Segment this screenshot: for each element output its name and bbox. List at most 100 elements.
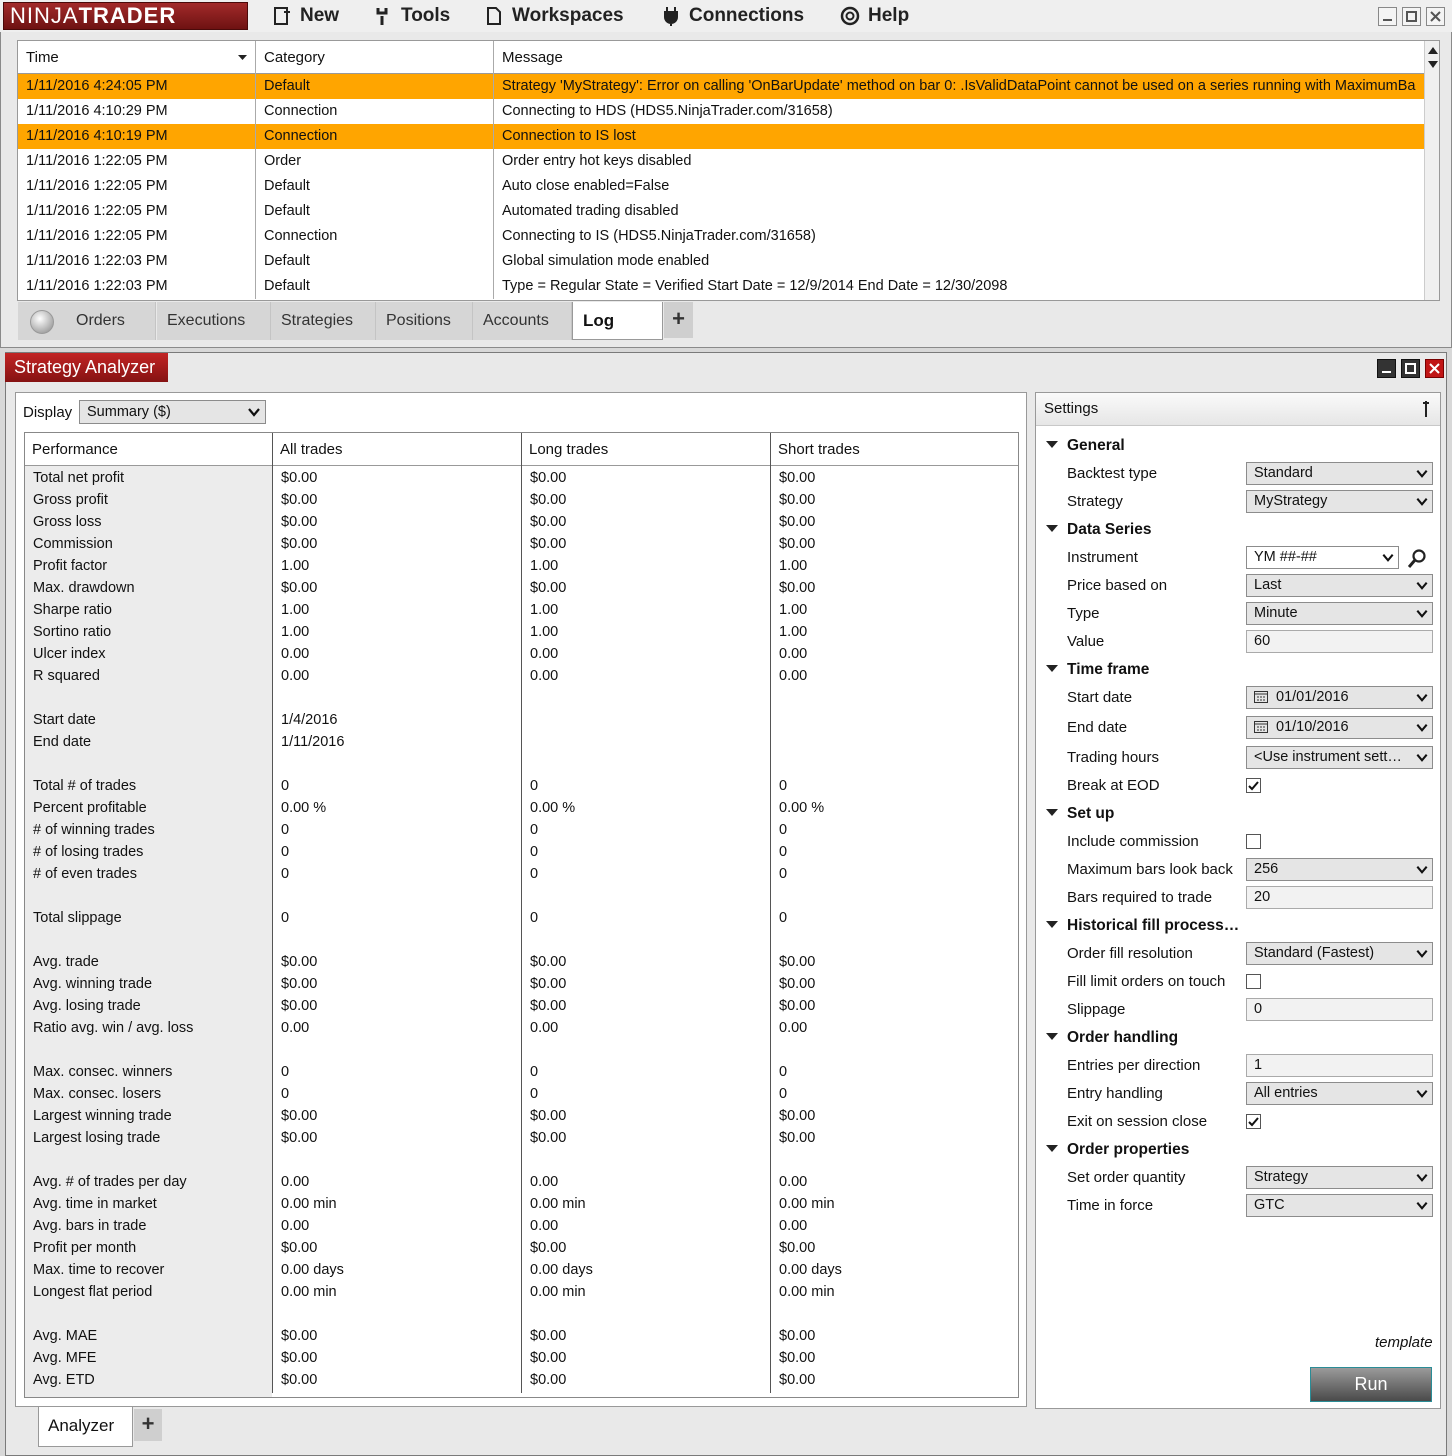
property-input[interactable]: 20 [1246, 886, 1433, 909]
menu-workspaces[interactable]: Workspaces [484, 4, 624, 28]
log-cell-time: 1/11/2016 1:22:05 PM [18, 149, 256, 174]
perf-cell-long: 0 [530, 1086, 539, 1102]
log-cell-message: Type = Regular State = Verified Start Da… [502, 278, 1008, 294]
perf-cell-short [779, 687, 1014, 709]
property-select[interactable]: Minute [1246, 602, 1433, 625]
log-col-category[interactable]: Category [256, 41, 494, 74]
close-button[interactable] [1426, 7, 1445, 26]
property-value: 1 [1254, 1057, 1263, 1073]
col-performance[interactable]: Performance [25, 433, 272, 466]
sa-close-button[interactable] [1425, 359, 1444, 378]
property-checkbox[interactable] [1246, 778, 1261, 793]
log-row[interactable]: 1/11/2016 4:10:29 PM Connection Connecting… [18, 99, 1424, 124]
property-label: Strategy [1067, 493, 1123, 510]
instrument-select[interactable]: YM ##-## [1246, 546, 1399, 569]
sa-minimize-button[interactable] [1377, 359, 1396, 378]
new-icon [274, 7, 290, 25]
settings-section[interactable]: Order handling [1046, 1024, 1178, 1052]
perf-cell-long: 0.00 % [530, 800, 576, 816]
menu-tools[interactable]: Tools [373, 4, 450, 28]
template-link[interactable]: template [1375, 1334, 1433, 1351]
menu-new[interactable]: New [272, 4, 339, 28]
display-select-value: Summary ($) [87, 404, 171, 420]
log-cell-message: Strategy 'MyStrategy': Error on calling … [502, 78, 1416, 94]
add-analyzer-tab-button[interactable]: + [134, 1409, 162, 1441]
instrument-search-button[interactable] [1407, 549, 1427, 572]
log-col-message[interactable]: Message [494, 41, 1424, 74]
settings-section[interactable]: Order properties [1046, 1136, 1189, 1164]
log-row[interactable]: 1/11/2016 1:22:05 PM Default Auto close en… [18, 174, 1424, 199]
col-long-trades[interactable]: Long trades [522, 433, 770, 466]
property-select[interactable]: MyStrategy [1246, 490, 1433, 513]
perf-cell-metric: Ratio avg. win / avg. loss [33, 1020, 194, 1036]
log-cell-category: Connection [256, 124, 494, 149]
menu-help[interactable]: Help [840, 4, 909, 28]
log-row[interactable]: 1/11/2016 1:22:03 PM Default Global simula… [18, 249, 1424, 274]
property-input[interactable]: 0 [1246, 998, 1433, 1021]
log-row[interactable]: 1/11/2016 1:22:03 PM Default Type = Regula… [18, 274, 1424, 299]
property-date-picker[interactable]: 01/01/2016 [1246, 686, 1433, 709]
log-cell-category: Default [256, 74, 494, 99]
display-select[interactable]: Summary ($) [79, 400, 266, 424]
log-scrollbar[interactable] [1424, 41, 1439, 300]
property-label: Slippage [1067, 1001, 1126, 1018]
pin-icon[interactable] [1422, 401, 1430, 417]
perf-cell-long [530, 1149, 765, 1171]
tab-executions[interactable]: Executions [157, 302, 271, 340]
property-date-picker[interactable]: 01/10/2016 [1246, 716, 1433, 739]
tab-strategies[interactable]: Strategies [271, 302, 376, 340]
menu-help-label: Help [868, 5, 910, 26]
log-row[interactable]: 1/11/2016 1:22:05 PM Default Automated tra… [18, 199, 1424, 224]
maximize-button[interactable] [1402, 7, 1421, 26]
property-input[interactable]: 60 [1246, 630, 1433, 653]
add-tab-button[interactable]: + [664, 302, 693, 338]
perf-cell-long [530, 1303, 765, 1325]
log-col-time[interactable]: Time [18, 41, 256, 74]
property-select[interactable]: GTC [1246, 1194, 1433, 1217]
perf-cell-all: $0.00 [281, 492, 318, 508]
settings-section[interactable]: General [1046, 432, 1125, 460]
perf-cell-long: 0.00 days [530, 1262, 593, 1278]
property-checkbox[interactable] [1246, 974, 1261, 989]
run-button[interactable]: Run [1310, 1367, 1432, 1402]
log-cell-message: Connecting to IS (HDS5.NinjaTrader.com/3… [502, 228, 816, 244]
log-row[interactable]: 1/11/2016 4:10:19 PM Connection Connection… [18, 124, 1424, 149]
expand-triangle-icon [1046, 665, 1058, 672]
property-checkbox[interactable] [1246, 1114, 1261, 1129]
log-row[interactable]: 1/11/2016 1:22:05 PM Connection Connecting… [18, 224, 1424, 249]
plus-icon: + [672, 306, 685, 331]
property-value: 20 [1254, 889, 1271, 905]
tab-analyzer[interactable]: Analyzer [38, 1407, 133, 1447]
perf-cell-short: 0.00 [779, 668, 808, 684]
log-col-message-label: Message [502, 49, 563, 66]
close-icon [1430, 11, 1441, 22]
settings-section[interactable]: Historical fill process… [1046, 912, 1239, 940]
settings-section[interactable]: Data Series [1046, 516, 1151, 544]
tab-positions[interactable]: Positions [376, 302, 473, 340]
tab-accounts[interactable]: Accounts [473, 302, 572, 340]
tab-orders[interactable]: Orders [66, 302, 156, 340]
property-select[interactable]: All entries [1246, 1082, 1433, 1105]
maximize-icon [1405, 363, 1416, 374]
settings-section[interactable]: Set up [1046, 800, 1114, 828]
col-short-trades[interactable]: Short trades [771, 433, 1018, 466]
menu-connections[interactable]: Connections [661, 4, 804, 28]
property-select[interactable]: Strategy [1246, 1166, 1433, 1189]
property-select[interactable]: <Use instrument sett… [1246, 746, 1433, 769]
sa-maximize-button[interactable] [1401, 359, 1420, 378]
perf-cell-metric: Avg. ETD [33, 1372, 95, 1388]
property-input[interactable]: 1 [1246, 1054, 1433, 1077]
property-checkbox[interactable] [1246, 834, 1261, 849]
property-select[interactable]: Last [1246, 574, 1433, 597]
tab-log[interactable]: Log [572, 302, 663, 340]
col-all-trades[interactable]: All trades [273, 433, 521, 466]
property-select[interactable]: Standard [1246, 462, 1433, 485]
property-select[interactable]: Standard (Fastest) [1246, 942, 1433, 965]
property-select[interactable]: 256 [1246, 858, 1433, 881]
log-row[interactable]: 1/11/2016 1:22:05 PM Order Order entry hot… [18, 149, 1424, 174]
settings-section[interactable]: Time frame [1046, 656, 1149, 684]
minimize-button[interactable] [1378, 7, 1397, 26]
log-row[interactable]: 1/11/2016 4:24:05 PM Default Strategy 'MyS… [18, 74, 1424, 99]
property-value: 60 [1254, 633, 1271, 649]
log-cell-message: Global simulation mode enabled [502, 253, 710, 269]
